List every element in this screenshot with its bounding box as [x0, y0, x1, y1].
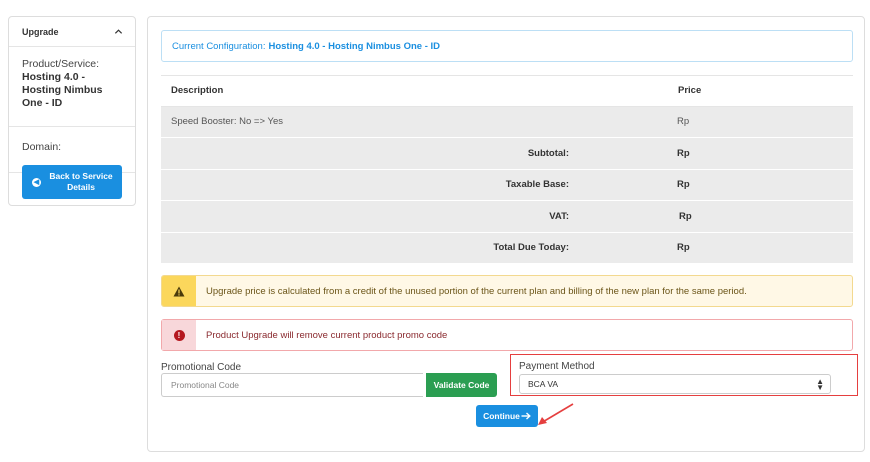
vat-row: VAT: Rp	[161, 201, 853, 233]
back-to-service-button[interactable]: ◀ Back to Service Details	[22, 165, 122, 199]
table-header-row: Description Price	[161, 75, 853, 107]
taxable-base-row: Taxable Base: Rp	[161, 169, 853, 201]
sidebar-title: Upgrade	[22, 26, 59, 37]
taxable-base-value: Rp	[677, 179, 690, 191]
price-table: Description Price Speed Booster: No => Y…	[161, 75, 853, 264]
upgrade-price-warning: Upgrade price is calculated from a credi…	[161, 275, 853, 307]
payment-method-label: Payment Method	[519, 361, 595, 372]
promo-removal-alert: ! Product Upgrade will remove current pr…	[161, 319, 853, 351]
config-value: Hosting 4.0 - Hosting Nimbus One - ID	[268, 40, 441, 52]
item-price: Rp	[677, 116, 690, 128]
arrow-left-circle-icon: ◀	[32, 177, 41, 187]
table-row: Speed Booster: No => Yes Rp	[161, 106, 853, 138]
exclamation-circle-icon: !	[173, 329, 185, 341]
arrow-right-icon	[521, 412, 531, 420]
promo-code-label: Promotional Code	[161, 362, 242, 373]
subtotal-value: Rp	[677, 147, 690, 159]
item-description: Speed Booster: No => Yes	[171, 116, 283, 128]
danger-box: !	[162, 320, 196, 350]
sidebar-header[interactable]: Upgrade	[9, 17, 135, 47]
payment-method-value: BCA VA	[528, 379, 559, 389]
vat-value: Rp	[679, 210, 692, 222]
payment-method-highlight: Payment Method BCA VA ▲ ▼	[510, 354, 858, 396]
total-due-row: Total Due Today: Rp	[161, 232, 853, 264]
current-configuration-box: Current Configuration: Hosting 4.0 - Hos…	[161, 30, 853, 62]
product-label: Product/Service:	[22, 58, 100, 70]
annotation-arrow-icon	[538, 403, 574, 425]
warning-text: Upgrade price is calculated from a credi…	[206, 285, 747, 297]
payment-method-select[interactable]: BCA VA ▲ ▼	[519, 374, 831, 394]
upgrade-sidebar: Upgrade Product/Service: Hosting 4.0 - H…	[8, 16, 136, 206]
config-label: Current Configuration:	[172, 40, 266, 52]
sidebar-product-section: Product/Service: Hosting 4.0 - Hosting N…	[9, 47, 135, 127]
taxable-base-label: Taxable Base:	[505, 179, 569, 191]
subtotal-label: Subtotal:	[527, 147, 569, 159]
subtotal-row: Subtotal: Rp	[161, 138, 853, 170]
upgrade-main-card: Current Configuration: Hosting 4.0 - Hos…	[147, 16, 865, 452]
total-due-label: Total Due Today:	[493, 242, 569, 254]
validate-code-button[interactable]: Validate Code	[426, 373, 497, 397]
domain-label: Domain:	[22, 141, 62, 153]
product-value: Hosting 4.0 - Hosting Nimbus One - ID	[22, 71, 103, 109]
continue-label: Continue	[483, 411, 520, 421]
total-due-value: Rp	[677, 242, 690, 254]
vat-label: VAT:	[549, 210, 569, 222]
back-button-label: Back to Service Details	[49, 171, 113, 192]
header-price: Price	[678, 85, 702, 97]
warning-icon	[162, 276, 196, 306]
header-description: Description	[171, 85, 224, 97]
promo-code-input[interactable]	[161, 373, 423, 397]
danger-text: Product Upgrade will remove current prod…	[206, 329, 448, 341]
chevron-up-icon[interactable]	[114, 27, 123, 36]
continue-button[interactable]: Continue	[476, 405, 538, 427]
select-caret-icon: ▲ ▼	[816, 377, 824, 392]
